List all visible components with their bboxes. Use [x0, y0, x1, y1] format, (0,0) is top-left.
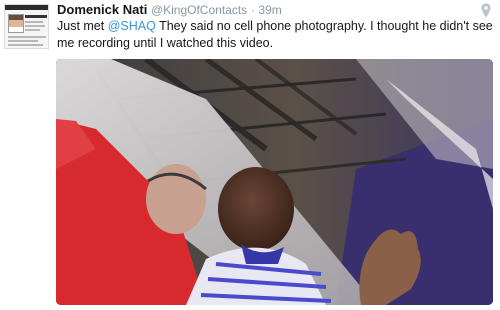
avatar-text-line — [25, 29, 40, 31]
avatar[interactable] — [4, 4, 49, 49]
tweet-text: Just met @SHAQ They said no cell phone p… — [57, 18, 494, 52]
tweet-text-part: Just met — [57, 19, 108, 33]
author-name[interactable]: Domenick Nati — [57, 2, 147, 17]
meta-separator: · — [250, 3, 255, 17]
avatar-header-bar — [5, 5, 48, 10]
avatar-text-line — [25, 25, 45, 27]
mention-link[interactable]: @SHAQ — [108, 19, 156, 33]
tweet-media-video[interactable] — [56, 59, 493, 305]
avatar-name-line — [25, 15, 47, 18]
tweet-header: Domenick Nati @KingOfContacts · 39m — [57, 1, 282, 18]
video-frame — [56, 59, 493, 305]
avatar-text-line — [25, 21, 43, 23]
author-handle[interactable]: @KingOfContacts — [151, 3, 247, 17]
avatar-text-line — [8, 40, 38, 42]
tweet-timestamp[interactable]: 39m — [258, 3, 281, 17]
avatar-text-line — [8, 44, 43, 46]
avatar-text-line — [8, 36, 46, 38]
avatar-photo — [8, 14, 24, 33]
tweet: Domenick Nati @KingOfContacts · 39m Just… — [0, 0, 500, 310]
map-pin-icon[interactable] — [481, 3, 491, 18]
